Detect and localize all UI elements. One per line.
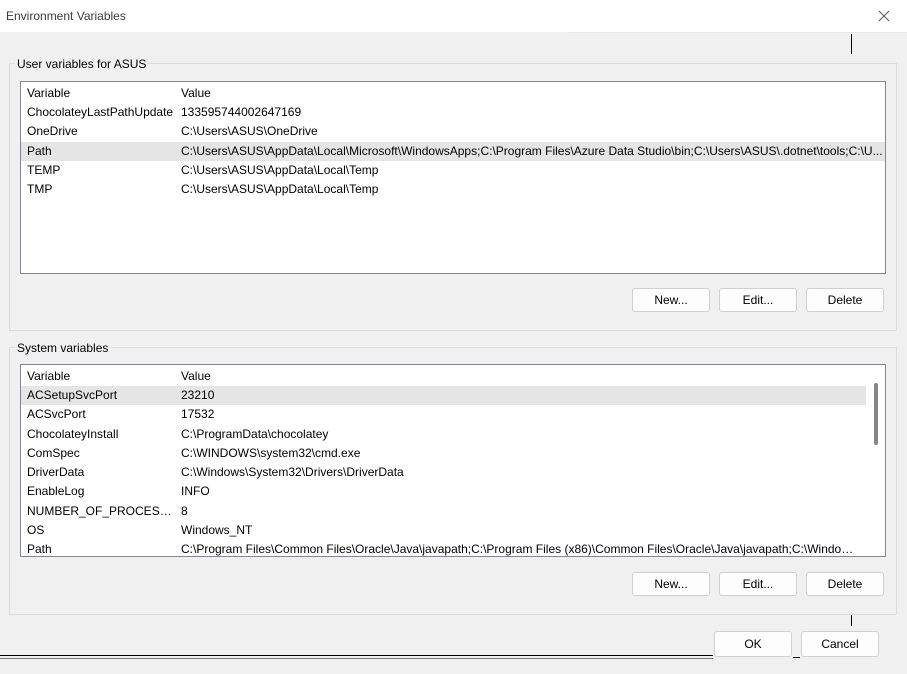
value-cell: C:\Users\ASUS\AppData\Local\Temp: [181, 182, 379, 197]
divider: [851, 34, 852, 54]
scroll-thumb[interactable]: [874, 383, 878, 445]
column-header-variable[interactable]: Variable: [27, 86, 175, 100]
table-row[interactable]: TMP C:\Users\ASUS\AppData\Local\Temp: [21, 180, 885, 199]
value-cell: C:\Program Files\Common Files\Oracle\Jav…: [181, 542, 861, 557]
title-bar: Environment Variables: [0, 0, 907, 33]
system-new-button[interactable]: New...: [632, 572, 710, 596]
ok-button[interactable]: OK: [714, 631, 792, 657]
variable-cell: ACSetupSvcPort: [27, 388, 118, 402]
value-cell: C:\WINDOWS\system32\cmd.exe: [181, 445, 361, 460]
value-cell: C:\Windows\System32\Drivers\DriverData: [181, 465, 404, 480]
user-new-button[interactable]: New...: [632, 288, 710, 312]
value-cell: Windows_NT: [181, 523, 253, 538]
variable-cell: ChocolateyInstall: [27, 426, 119, 441]
system-variables-legend: System variables: [15, 340, 111, 356]
table-row[interactable]: OneDrive C:\Users\ASUS\OneDrive: [21, 122, 885, 141]
close-button[interactable]: [861, 0, 907, 32]
variable-cell: Path: [27, 542, 52, 557]
value-cell: C:\Users\ASUS\AppData\Local\Temp: [181, 162, 379, 177]
window-title: Environment Variables: [6, 9, 126, 23]
variable-cell: ACSvcPort: [27, 407, 86, 422]
close-icon: [878, 10, 890, 22]
variable-cell: TMP: [27, 182, 53, 197]
table-row[interactable]: TEMP C:\Users\ASUS\AppData\Local\Temp: [21, 161, 885, 180]
table-row[interactable]: ChocolateyInstall C:\ProgramData\chocola…: [21, 425, 885, 444]
variable-cell: ComSpec: [27, 445, 80, 460]
user-delete-button[interactable]: Delete: [806, 288, 884, 312]
list-header: Variable Value: [21, 82, 885, 103]
value-cell: C:\Users\ASUS\OneDrive: [181, 124, 318, 139]
table-row-selected[interactable]: ACSetupSvcPort 23210: [21, 386, 866, 406]
table-row[interactable]: ACSvcPort 17532: [21, 405, 885, 424]
variable-cell: OS: [27, 523, 45, 538]
table-row-selected[interactable]: Path C:\Users\ASUS\AppData\Local\Microso…: [21, 141, 885, 161]
variable-cell: TEMP: [27, 162, 61, 177]
divider: [793, 657, 800, 658]
variable-cell: OneDrive: [27, 124, 78, 139]
table-row[interactable]: EnableLog INFO: [21, 482, 885, 501]
value-cell: 133595744002647169: [181, 105, 302, 119]
variable-cell: Path: [27, 143, 52, 158]
user-variables-list[interactable]: Variable Value ChocolateyLastPathUpdate …: [20, 81, 886, 274]
divider: [0, 655, 713, 656]
table-row[interactable]: NUMBER_OF_PROCESSORS 8: [21, 502, 885, 521]
value-cell: C:\Users\ASUS\AppData\Local\Microsoft\Wi…: [181, 143, 883, 158]
variable-cell: DriverData: [27, 465, 85, 480]
value-cell: INFO: [181, 484, 210, 499]
column-header-value[interactable]: Value: [181, 86, 211, 100]
system-edit-button[interactable]: Edit...: [719, 572, 797, 596]
divider: [0, 658, 713, 659]
user-edit-button[interactable]: Edit...: [719, 288, 797, 312]
variable-cell: NUMBER_OF_PROCESSORS: [27, 503, 175, 518]
table-row[interactable]: OS Windows_NT: [21, 521, 885, 540]
value-cell: 23210: [181, 388, 215, 402]
column-header-variable[interactable]: Variable: [27, 369, 175, 383]
cancel-button[interactable]: Cancel: [801, 631, 879, 657]
table-row[interactable]: ComSpec C:\WINDOWS\system32\cmd.exe: [21, 444, 885, 463]
value-cell: C:\ProgramData\chocolatey: [181, 426, 329, 441]
variable-cell: ChocolateyLastPathUpdate: [27, 105, 174, 119]
user-variables-legend: User variables for ASUS: [15, 56, 149, 72]
table-row[interactable]: Path C:\Program Files\Common Files\Oracl…: [21, 540, 885, 557]
variable-cell: EnableLog: [27, 484, 85, 499]
table-row[interactable]: DriverData C:\Windows\System32\Drivers\D…: [21, 463, 885, 482]
divider: [851, 614, 852, 626]
divider: [568, 32, 907, 33]
column-header-value[interactable]: Value: [181, 369, 211, 383]
system-delete-button[interactable]: Delete: [806, 572, 884, 596]
system-variables-list[interactable]: Variable Value ACSetupSvcPort 23210 ACSv…: [20, 364, 886, 557]
value-cell: 17532: [181, 407, 215, 422]
list-header: Variable Value: [21, 365, 885, 386]
table-row[interactable]: ChocolateyLastPathUpdate 133595744002647…: [21, 103, 885, 122]
scrollbar[interactable]: [868, 365, 884, 554]
value-cell: 8: [181, 503, 188, 518]
